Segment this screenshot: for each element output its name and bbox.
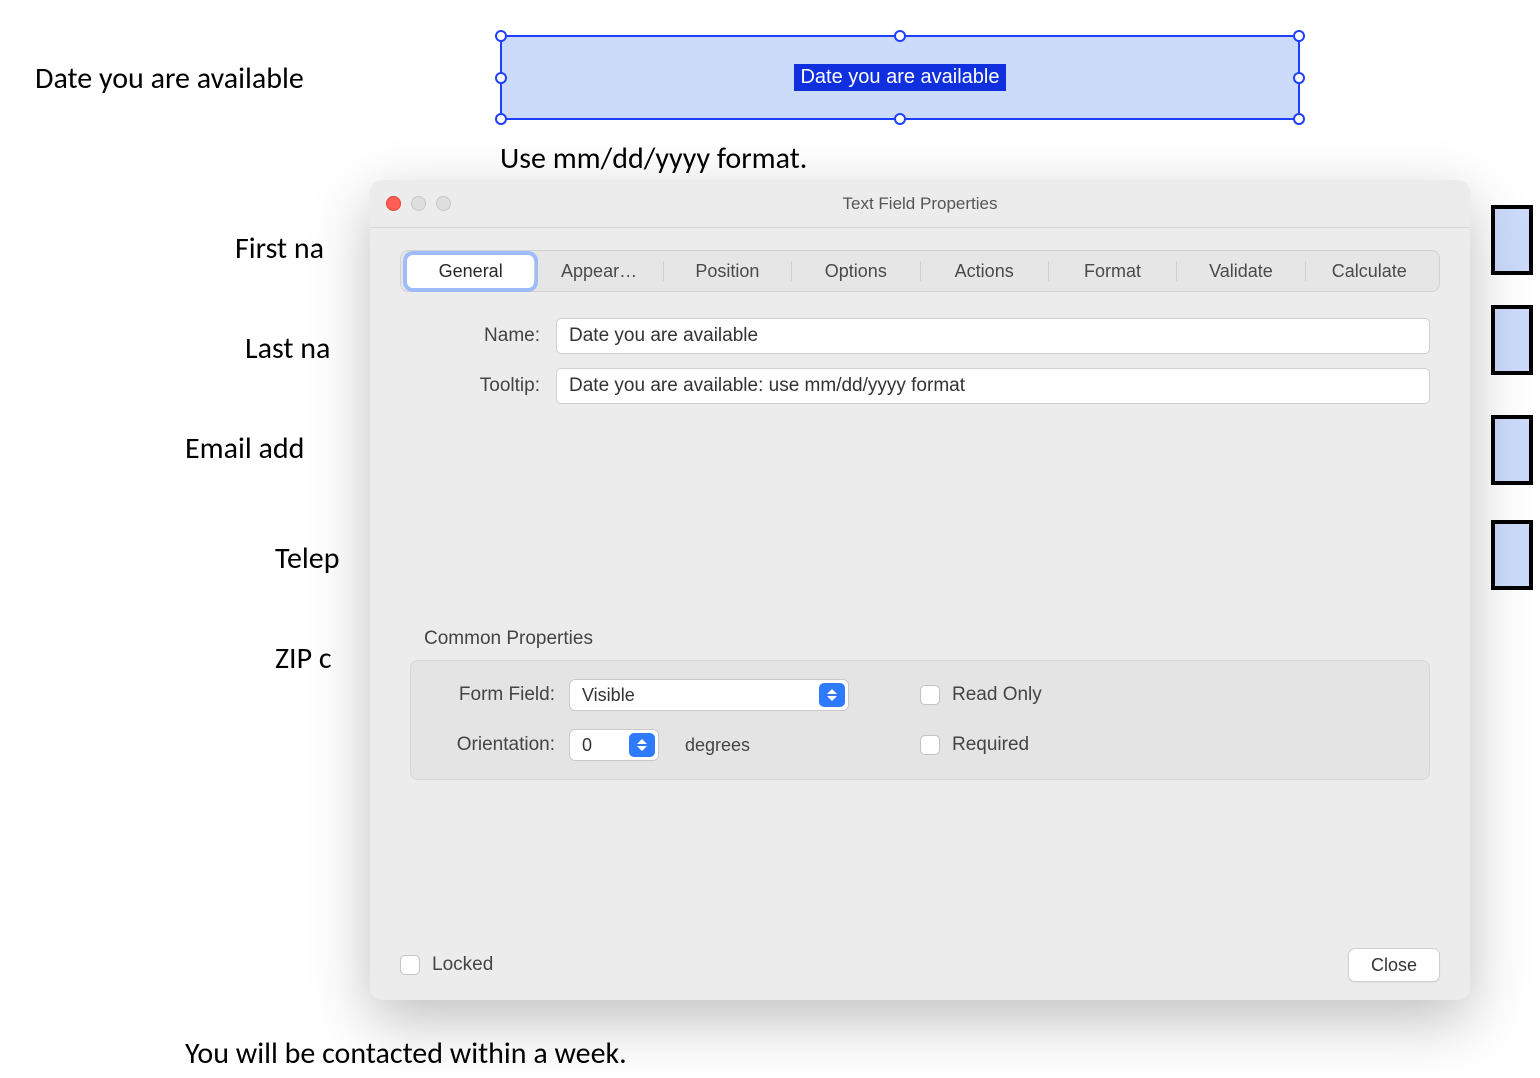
label-first-name: First na [235,230,324,267]
dialog-titlebar[interactable]: Text Field Properties [370,180,1470,228]
form-field-value: Visible [582,685,635,706]
orientation-label: Orientation: [435,734,555,756]
read-only-label: Read Only [952,684,1042,706]
label-email: Email add [185,430,304,467]
form-field-email[interactable] [1491,415,1533,485]
orientation-degrees: degrees [685,735,750,756]
label-zip: ZIP c [275,640,332,677]
required-checkbox[interactable] [920,735,940,755]
properties-tabbar: General Appear… Position Options Actions… [400,250,1440,292]
text-field-properties-dialog: Text Field Properties General Appear… Po… [370,180,1470,1000]
resize-handle-nw[interactable] [495,30,507,42]
orientation-value: 0 [582,735,592,756]
label-date-hint: Use mm/dd/yyyy format. [500,140,807,177]
resize-handle-n[interactable] [894,30,906,42]
resize-handle-w[interactable] [495,72,507,84]
form-field-lastname[interactable] [1491,305,1533,375]
form-field-label: Form Field: [435,684,555,706]
common-properties-heading: Common Properties [424,628,1430,650]
label-last-name: Last na [245,330,330,367]
required-label: Required [952,734,1029,756]
selected-form-field[interactable]: Date you are available [500,35,1300,120]
tab-format[interactable]: Format [1049,255,1176,288]
name-label: Name: [410,325,540,347]
read-only-checkbox[interactable] [920,685,940,705]
tab-appearance[interactable]: Appear… [535,255,662,288]
name-input[interactable] [556,318,1430,354]
locked-label: Locked [432,954,493,976]
dialog-footer: Locked Close [370,930,1470,1000]
locked-checkbox[interactable] [400,955,420,975]
select-stepper-icon [629,733,655,757]
tab-calculate[interactable]: Calculate [1306,255,1433,288]
close-button[interactable]: Close [1348,948,1440,982]
tooltip-label: Tooltip: [410,375,540,397]
resize-handle-se[interactable] [1293,113,1305,125]
tab-general[interactable]: General [407,255,534,288]
form-field-select[interactable]: Visible [569,679,849,711]
label-telephone: Telep [275,540,339,577]
resize-handle-s[interactable] [894,113,906,125]
tab-actions[interactable]: Actions [921,255,1048,288]
selected-field-namebox: Date you are available [794,64,1005,91]
select-stepper-icon [819,683,845,707]
orientation-select[interactable]: 0 [569,729,659,761]
common-properties-section: Common Properties Form Field: Visible Re… [410,628,1430,780]
form-field-telephone[interactable] [1491,520,1533,590]
resize-handle-ne[interactable] [1293,30,1305,42]
tab-validate[interactable]: Validate [1177,255,1304,288]
resize-handle-sw[interactable] [495,113,507,125]
dialog-title: Text Field Properties [370,194,1470,214]
label-contacted: You will be contacted within a week. [185,1035,627,1072]
resize-handle-e[interactable] [1293,72,1305,84]
form-field-firstname[interactable] [1491,205,1533,275]
tab-position[interactable]: Position [664,255,791,288]
label-date-available: Date you are available [35,60,304,97]
tooltip-input[interactable] [556,368,1430,404]
general-tab-panel: Name: Tooltip: [370,292,1470,418]
tab-options[interactable]: Options [792,255,919,288]
